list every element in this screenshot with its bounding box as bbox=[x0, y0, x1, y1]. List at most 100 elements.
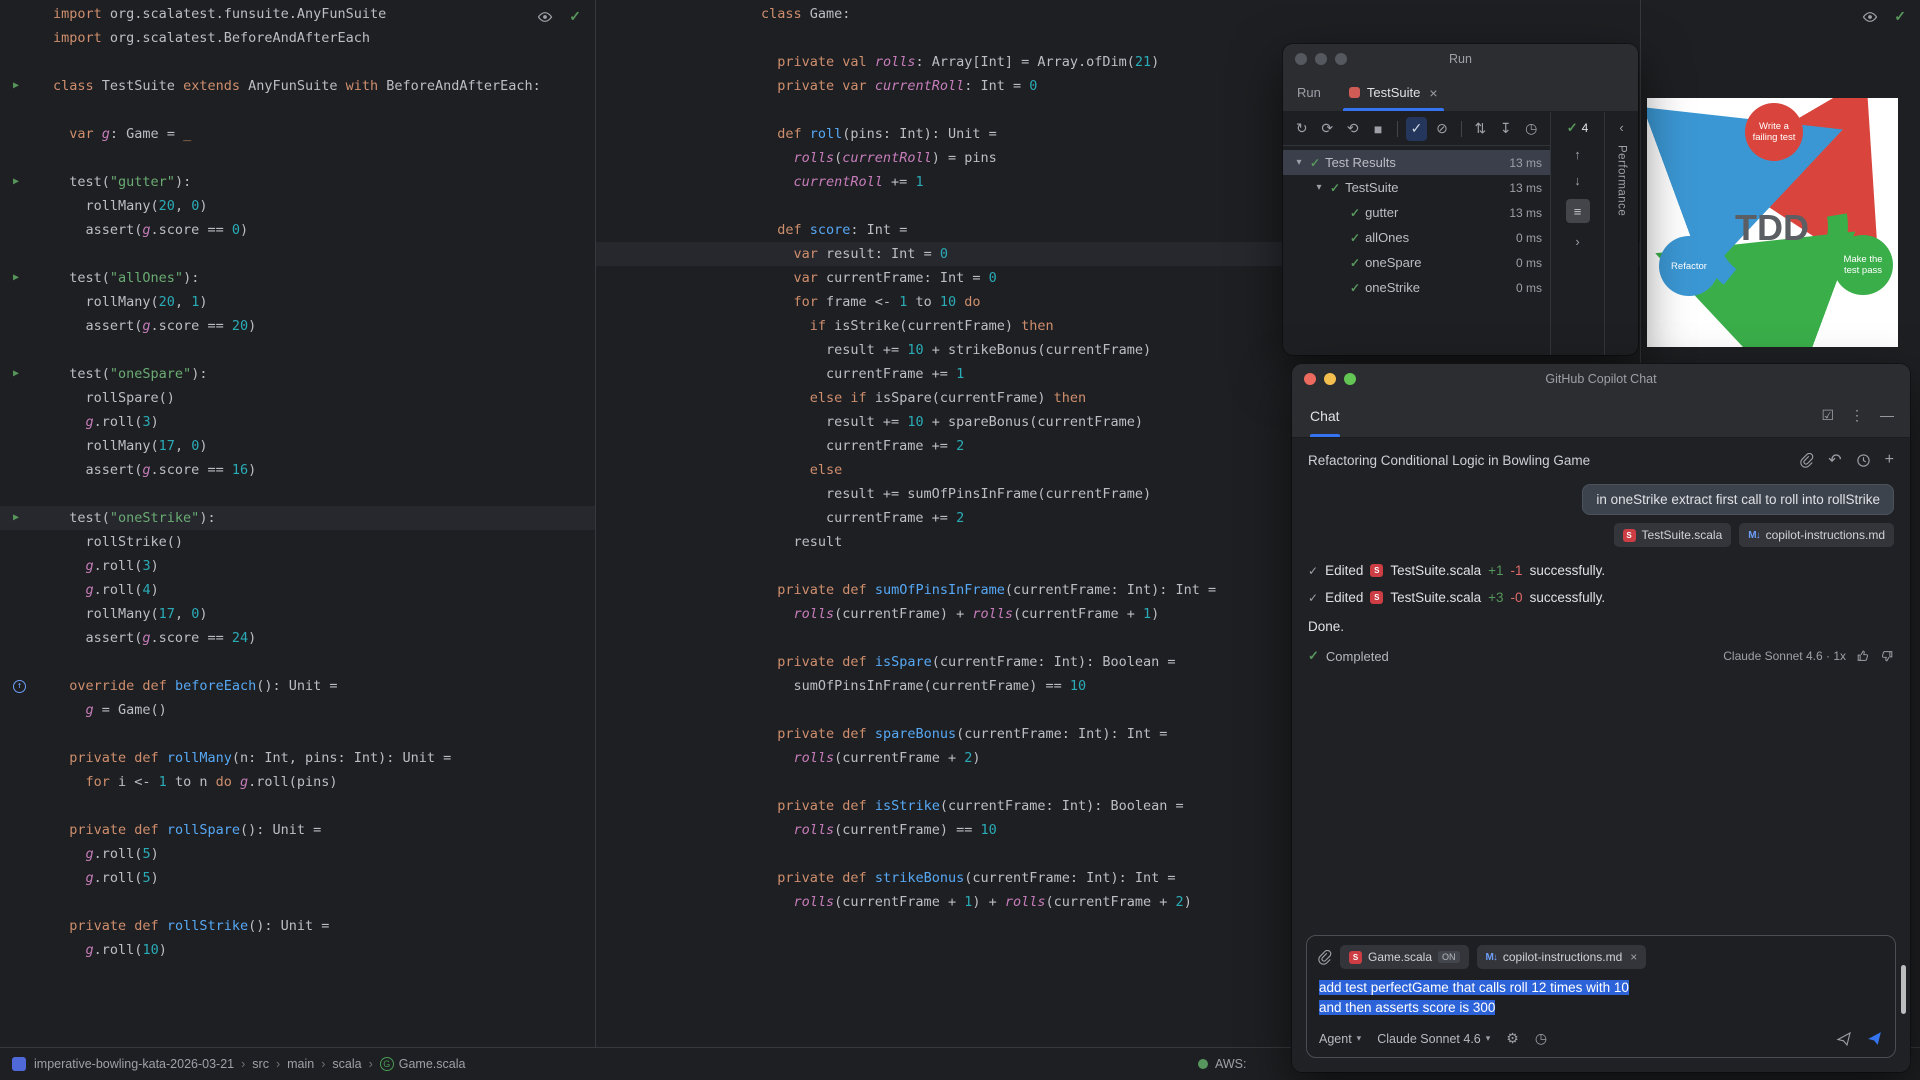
thumbs-down-icon[interactable] bbox=[1880, 649, 1894, 663]
run-window-titlebar[interactable]: Run bbox=[1283, 44, 1638, 74]
run-test-icon[interactable]: ▶ bbox=[13, 273, 19, 283]
test-tree-row[interactable]: ✓ oneStrike 0 ms bbox=[1283, 275, 1550, 300]
code-line: rollMany(20, 1) bbox=[0, 290, 595, 314]
history-icon[interactable] bbox=[1856, 453, 1871, 468]
test-tree-row[interactable]: ▾ ✓ Test Results 13 ms bbox=[1283, 150, 1550, 175]
run-test-icon[interactable]: ▶ bbox=[13, 177, 19, 187]
restart-icon[interactable]: ⟲ bbox=[1342, 117, 1363, 141]
thread-title: Refactoring Conditional Logic in Bowling… bbox=[1308, 452, 1591, 468]
code-text: assert(g.score == 24) bbox=[53, 630, 257, 646]
testsuite-code[interactable]: import org.scalatest.funsuite.AnyFunSuit… bbox=[0, 0, 595, 962]
test-tree-row[interactable]: ✓ allOnes 0 ms bbox=[1283, 225, 1550, 250]
tab-testsuite[interactable]: TestSuite × bbox=[1335, 74, 1452, 111]
thumbs-up-icon[interactable] bbox=[1856, 649, 1870, 663]
next-test-icon[interactable]: ↓ bbox=[1574, 173, 1581, 188]
sort-icon[interactable]: ⇅ bbox=[1470, 117, 1491, 141]
attach-icon[interactable] bbox=[1317, 949, 1332, 965]
collapse-strip-icon[interactable]: ‹ bbox=[1619, 120, 1623, 135]
code-text: if isStrike(currentFrame) then bbox=[809, 318, 1054, 334]
code-line: assert(g.score == 16) bbox=[0, 458, 595, 482]
remove-chip-icon[interactable]: × bbox=[1630, 950, 1637, 964]
file-chip[interactable]: S TestSuite.scala bbox=[1613, 523, 1732, 547]
code-text: assert(g.score == 16) bbox=[53, 462, 257, 478]
new-chat-icon[interactable]: + bbox=[1885, 451, 1894, 469]
breadcrumb-item[interactable]: imperative-bowling-kata-2026-03-21 bbox=[34, 1057, 234, 1071]
layout-toggle-icon[interactable]: ☑ bbox=[1821, 407, 1834, 424]
run-test-icon[interactable]: ▶ bbox=[13, 513, 19, 523]
tab-performance[interactable]: Performance bbox=[1616, 145, 1628, 216]
rerun-icon[interactable]: ↻ bbox=[1291, 117, 1312, 141]
event-file-name[interactable]: TestSuite.scala bbox=[1390, 590, 1481, 605]
editor-testsuite[interactable]: ✓ import org.scalatest.funsuite.AnyFunSu… bbox=[0, 0, 596, 1047]
rerun-failed-icon[interactable]: ⟳ bbox=[1316, 117, 1337, 141]
tree-options-icon[interactable]: ≡ bbox=[1565, 199, 1590, 223]
scalatest-icon bbox=[1348, 87, 1360, 98]
test-tree-row[interactable]: ✓ gutter 13 ms bbox=[1283, 200, 1550, 225]
chevron-down-icon[interactable]: ▾ bbox=[1293, 157, 1305, 168]
passed-count: ✓ 4 bbox=[1567, 120, 1589, 136]
close-window-icon[interactable] bbox=[1295, 53, 1307, 65]
copilot-chat-window: GitHub Copilot Chat Chat ☑ ⋮ — Refactori… bbox=[1292, 364, 1910, 1072]
minimize-window-icon[interactable] bbox=[1324, 373, 1336, 385]
breadcrumb-item[interactable]: src bbox=[252, 1057, 269, 1071]
inspections-eye-icon[interactable] bbox=[1862, 9, 1878, 25]
code-line: g.roll(10) bbox=[0, 938, 595, 962]
run-test-icon[interactable]: ▶ bbox=[13, 369, 19, 379]
code-text: private val rolls: Array[Int] = Array.of… bbox=[777, 54, 1160, 70]
chevron-down-icon[interactable]: ▾ bbox=[1313, 182, 1325, 193]
tools-icon[interactable]: ⚙ bbox=[1506, 1030, 1519, 1047]
aws-status[interactable]: AWS: bbox=[1198, 1057, 1246, 1071]
undo-icon[interactable]: ↶ bbox=[1828, 450, 1841, 470]
test-tree-row[interactable]: ▾ ✓ TestSuite 13 ms bbox=[1283, 175, 1550, 200]
chat-scrollbar[interactable] bbox=[1901, 965, 1906, 1014]
run-class-icon[interactable]: ▶ bbox=[13, 81, 19, 91]
mode-select[interactable]: Agent ▾ bbox=[1319, 1032, 1361, 1046]
inspections-eye-icon[interactable] bbox=[537, 9, 553, 25]
attach-icon[interactable] bbox=[1799, 452, 1814, 468]
zoom-window-icon[interactable] bbox=[1344, 373, 1356, 385]
zoom-window-icon[interactable] bbox=[1335, 53, 1347, 65]
on-badge: ON bbox=[1438, 951, 1460, 963]
stop-icon[interactable]: ■ bbox=[1367, 117, 1388, 141]
kebab-menu-icon[interactable]: ⋮ bbox=[1850, 407, 1864, 424]
navigate-down-icon[interactable]: ↧ bbox=[1495, 117, 1516, 141]
code-line: ▶ test("oneStrike"): bbox=[0, 506, 595, 530]
chat-input-field[interactable]: add test perfectGame that calls roll 12 … bbox=[1307, 973, 1895, 1024]
user-attachments: S TestSuite.scala M↓ copilot-instructions.m… bbox=[1292, 515, 1910, 547]
close-tab-icon[interactable]: × bbox=[1429, 85, 1437, 101]
model-select[interactable]: Claude Sonnet 4.6 ▾ bbox=[1377, 1032, 1490, 1046]
ide-screen: ✓ import org.scalatest.funsuite.AnyFunSu… bbox=[0, 0, 1920, 1080]
file-chip[interactable]: M↓ copilot-instructions.md bbox=[1739, 523, 1894, 547]
schedule-send-icon[interactable] bbox=[1836, 1031, 1852, 1047]
send-icon[interactable] bbox=[1866, 1030, 1883, 1047]
test-results-tree[interactable]: ▾ ✓ Test Results 13 ms ▾ ✓ TestSuite 13 ms ✓ gutt… bbox=[1283, 146, 1550, 355]
file-chip[interactable]: S Game.scala ON bbox=[1340, 945, 1469, 969]
copilot-titlebar[interactable]: GitHub Copilot Chat bbox=[1292, 364, 1910, 394]
tab-chat[interactable]: Chat bbox=[1310, 394, 1340, 437]
breadcrumb-item[interactable]: Game.scala bbox=[399, 1057, 466, 1071]
code-text: result += 10 + spareBonus(currentFrame) bbox=[761, 414, 1144, 430]
code-text: import org.scalatest.funsuite.AnyFunSuit… bbox=[53, 6, 387, 22]
chat-input-box[interactable]: S Game.scala ON M↓ copilot-instructions.md × … bbox=[1306, 935, 1896, 1058]
file-chip[interactable]: M↓ copilot-instructions.md × bbox=[1476, 945, 1647, 969]
code-text: var g: Game = _ bbox=[69, 126, 192, 142]
override-marker-icon[interactable]: ↑ bbox=[13, 679, 26, 693]
no-problems-check-icon[interactable]: ✓ bbox=[1894, 8, 1906, 25]
minimize-panel-icon[interactable]: — bbox=[1880, 407, 1894, 424]
breadcrumb-item[interactable]: main bbox=[287, 1057, 314, 1071]
show-passed-filter-icon[interactable]: ✓ bbox=[1405, 116, 1428, 141]
expand-panel-icon[interactable]: › bbox=[1575, 234, 1579, 249]
no-problems-check-icon[interactable]: ✓ bbox=[569, 8, 581, 25]
code-text: g.roll(3) bbox=[85, 414, 159, 430]
test-history-icon[interactable]: ◷ bbox=[1521, 117, 1542, 141]
previous-test-icon[interactable]: ↑ bbox=[1574, 147, 1581, 162]
event-file-name[interactable]: TestSuite.scala bbox=[1390, 563, 1481, 578]
test-tree-row[interactable]: ✓ oneSpare 0 ms bbox=[1283, 250, 1550, 275]
breadcrumb-item[interactable]: scala bbox=[332, 1057, 361, 1071]
show-ignored-filter-icon[interactable]: ⊘ bbox=[1431, 117, 1452, 141]
tab-run[interactable]: Run bbox=[1283, 74, 1335, 111]
minimize-window-icon[interactable] bbox=[1315, 53, 1327, 65]
usage-timer-icon[interactable]: ◷ bbox=[1535, 1030, 1547, 1047]
close-window-icon[interactable] bbox=[1304, 373, 1316, 385]
